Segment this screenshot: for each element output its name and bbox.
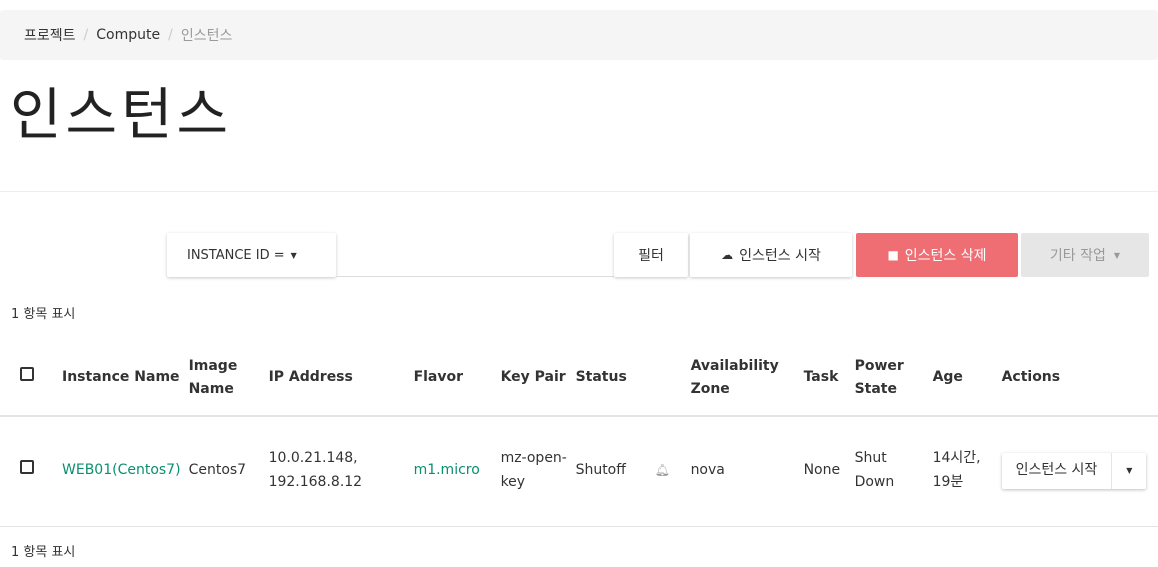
header-power-state[interactable]: Power State bbox=[855, 340, 933, 416]
power-state-cell: Shut Down bbox=[854, 415, 933, 527]
more-actions-label: 기타 작업 bbox=[1049, 248, 1106, 264]
trash-icon: ■ bbox=[887, 248, 899, 262]
header-status[interactable]: Status bbox=[576, 340, 655, 416]
item-count-top: 1 항목 표시 bbox=[11, 307, 76, 322]
launch-instance-label: 인스턴스 시작 bbox=[739, 248, 821, 264]
breadcrumb: 프로젝트 / Compute / 인스턴스 bbox=[0, 10, 1158, 60]
table-toolbar: INSTANCE ID = ▼ 필터 ☁ 인스턴스 시작 ■ 인스턴스 삭제 기… bbox=[0, 233, 1158, 277]
breadcrumb-instances: 인스턴스 bbox=[180, 28, 233, 44]
header-instance-name[interactable]: Instance Name bbox=[62, 340, 189, 416]
breadcrumb-compute[interactable]: Compute bbox=[96, 27, 160, 43]
task-cell: None bbox=[803, 415, 855, 527]
row-checkbox[interactable] bbox=[20, 460, 34, 475]
header-key-pair[interactable]: Key Pair bbox=[501, 340, 576, 416]
caret-down-icon: ▼ bbox=[290, 250, 297, 260]
table-row: WEB01(Centos7) Centos7 10.0.21.148, 192.… bbox=[0, 415, 1158, 527]
delete-instance-button[interactable]: ■ 인스턴스 삭제 bbox=[856, 233, 1018, 277]
row-launch-button[interactable]: 인스턴스 시작 bbox=[1002, 453, 1113, 490]
header-status-icon bbox=[655, 340, 691, 416]
row-actions-group: 인스턴스 시작 ▼ bbox=[1002, 453, 1147, 490]
table-header-row: Instance Name Image Name IP Address Flav… bbox=[0, 340, 1158, 416]
page-title: 인스턴스 bbox=[10, 83, 233, 148]
image-name-cell: Centos7 bbox=[188, 415, 269, 527]
filter-button[interactable]: 필터 bbox=[614, 233, 688, 277]
title-divider bbox=[0, 191, 1158, 192]
bell-icon: 🔔︎ bbox=[654, 463, 670, 478]
header-ip-address[interactable]: IP Address bbox=[269, 340, 414, 416]
ip-address-cell: 10.0.21.148, 192.168.8.12 bbox=[268, 415, 414, 527]
more-actions-button[interactable]: 기타 작업 ▼ bbox=[1021, 233, 1149, 277]
cloud-upload-icon: ☁ bbox=[721, 248, 734, 262]
filter-input[interactable] bbox=[336, 233, 614, 277]
breadcrumb-separator: / bbox=[83, 27, 89, 43]
row-actions-dropdown-toggle[interactable]: ▼ bbox=[1112, 453, 1146, 489]
header-availability-zone[interactable]: Availability Zone bbox=[691, 340, 804, 416]
header-actions: Actions bbox=[1001, 369, 1061, 386]
instances-table: Instance Name Image Name IP Address Flav… bbox=[0, 340, 1158, 527]
header-image-name[interactable]: Image Name bbox=[189, 340, 269, 416]
select-all-checkbox[interactable] bbox=[20, 367, 34, 382]
caret-down-icon: ▼ bbox=[1113, 250, 1121, 260]
breadcrumb-separator: / bbox=[168, 27, 173, 43]
launch-instance-button[interactable]: ☁ 인스턴스 시작 bbox=[690, 233, 852, 277]
instance-name-link[interactable]: WEB01(Centos7) bbox=[62, 462, 181, 478]
flavor-link[interactable]: m1.micro bbox=[414, 462, 480, 478]
filter-field-dropdown[interactable]: INSTANCE ID = ▼ bbox=[167, 233, 336, 277]
header-age[interactable]: Age bbox=[933, 340, 1002, 416]
item-count-bottom: 1 항목 표시 bbox=[11, 545, 76, 560]
breadcrumb-project[interactable]: 프로젝트 bbox=[24, 25, 76, 45]
availability-zone-cell: nova bbox=[690, 415, 804, 527]
header-flavor[interactable]: Flavor bbox=[414, 340, 501, 416]
age-cell: 14시간, 19분 bbox=[932, 415, 1002, 527]
filter-field-label: INSTANCE ID = bbox=[187, 247, 285, 263]
key-pair-cell: mz-open-key bbox=[500, 415, 576, 527]
header-task[interactable]: Task bbox=[804, 340, 855, 416]
delete-instance-label: 인스턴스 삭제 bbox=[904, 248, 987, 264]
filter-button-label: 필터 bbox=[638, 248, 664, 264]
status-cell: Shutoff bbox=[575, 415, 655, 527]
caret-down-icon: ▼ bbox=[1126, 466, 1133, 476]
